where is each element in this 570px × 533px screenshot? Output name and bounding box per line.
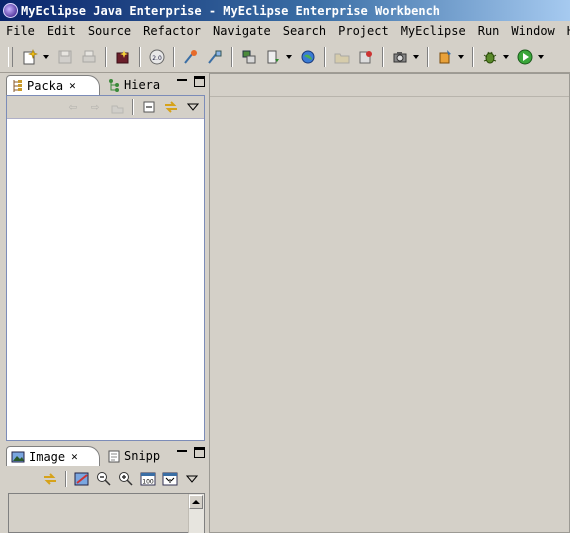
save-icon[interactable]: [56, 48, 74, 66]
menu-myeclipse[interactable]: MyEclipse: [395, 24, 472, 38]
zoom-out-icon[interactable]: [95, 470, 113, 488]
tab-snippets-label: Snipp: [124, 449, 161, 463]
menu-file[interactable]: File: [0, 24, 41, 38]
toolbar-separator: [132, 99, 134, 115]
minimize-icon[interactable]: [176, 447, 188, 459]
image-viewer-toolbar: 100: [4, 468, 203, 490]
image-viewer-tabs: Image ✕ Snipp: [4, 444, 207, 466]
run-dropdown-arrow[interactable]: [538, 54, 544, 59]
print-icon[interactable]: [80, 48, 98, 66]
close-icon[interactable]: ✕: [71, 450, 78, 463]
server-dropdown-arrow[interactable]: [286, 54, 292, 59]
image-viewer-panel: Image ✕ Snipp 100: [4, 444, 207, 533]
minimize-icon[interactable]: [176, 76, 188, 88]
image-icon: [11, 451, 25, 463]
maximize-icon[interactable]: [194, 76, 205, 87]
snippets-icon: [108, 449, 120, 463]
server-icon[interactable]: [264, 48, 282, 66]
menu-search[interactable]: Search: [277, 24, 332, 38]
tab-hierarchy-label: Hiera: [124, 78, 161, 92]
tab-snippets[interactable]: Snipp: [104, 446, 166, 466]
toolbar-separator: [382, 46, 384, 67]
svg-text:2.0: 2.0: [152, 55, 162, 62]
camera-dropdown-arrow[interactable]: [413, 54, 419, 59]
actual-size-icon[interactable]: 100: [139, 470, 157, 488]
tab-image-label: Image: [29, 449, 66, 464]
toolbar-separator: [472, 46, 474, 67]
debug-dropdown-arrow[interactable]: [503, 54, 509, 59]
tab-hierarchy[interactable]: Hiera: [104, 75, 166, 95]
menu-project[interactable]: Project: [332, 24, 395, 38]
external-tools-icon[interactable]: [436, 48, 454, 66]
image-viewer-canvas: [8, 493, 205, 533]
package-explorer-toolbar: ⇦ ⇨: [7, 96, 204, 119]
svg-text:100: 100: [142, 479, 154, 486]
toolbar-separator: [427, 46, 429, 67]
open-perspective-icon[interactable]: [240, 48, 258, 66]
debug-icon[interactable]: [481, 48, 499, 66]
toolbar-separator: [139, 46, 141, 67]
package-explorer-tabs: Packa ✕ Hiera: [4, 73, 207, 95]
up-icon[interactable]: [108, 98, 126, 116]
menu-bar: File Edit Source Refactor Navigate Searc…: [0, 21, 570, 40]
rotate-image-icon[interactable]: [73, 470, 91, 488]
new-icon[interactable]: [21, 48, 39, 66]
zoom-in-icon[interactable]: [117, 470, 135, 488]
view-menu-icon[interactable]: [184, 98, 202, 116]
tab-image[interactable]: Image ✕: [6, 446, 100, 466]
link-with-editor-icon[interactable]: [41, 470, 59, 488]
deploy-icon[interactable]: [114, 48, 132, 66]
package-explorer-panel: Packa ✕ Hiera ⇦ ⇨: [4, 73, 207, 441]
new-dropdown-arrow[interactable]: [43, 54, 49, 59]
scroll-up-button[interactable]: [189, 495, 203, 509]
link-with-editor-icon[interactable]: [162, 98, 180, 116]
package-explorer-view: ⇦ ⇨: [6, 95, 205, 441]
menu-edit[interactable]: Edit: [41, 24, 82, 38]
tab-package-explorer-label: Packa: [27, 78, 64, 93]
run-icon[interactable]: [516, 48, 534, 66]
package-explorer-icon: [11, 79, 23, 93]
fit-to-window-icon[interactable]: [161, 470, 179, 488]
new-wizard-icon[interactable]: [182, 48, 200, 66]
main-toolbar: 2.0: [0, 41, 570, 73]
collapse-all-icon[interactable]: [140, 98, 158, 116]
menu-source[interactable]: Source: [82, 24, 137, 38]
open-type-icon[interactable]: [206, 48, 224, 66]
window-title: MyEclipse Java Enterprise - MyEclipse En…: [21, 3, 441, 18]
view-menu-icon[interactable]: [183, 470, 201, 488]
hierarchy-icon: [108, 78, 120, 92]
back-icon[interactable]: ⇦: [64, 98, 82, 116]
web-browser-icon[interactable]: [299, 48, 317, 66]
menu-window[interactable]: Window: [505, 24, 560, 38]
toolbar-grip[interactable]: [8, 46, 13, 67]
title-bar: MyEclipse Java Enterprise - MyEclipse En…: [0, 0, 570, 21]
toolbar-separator: [65, 471, 67, 487]
close-icon[interactable]: ✕: [69, 79, 76, 92]
j2ee-version-icon[interactable]: 2.0: [148, 48, 166, 66]
editor-tab-strip: [210, 74, 569, 97]
open-folder-icon[interactable]: [333, 48, 351, 66]
refresh-icon[interactable]: [357, 48, 375, 66]
camera-icon[interactable]: [391, 48, 409, 66]
menu-run[interactable]: Run: [472, 24, 506, 38]
menu-navigate[interactable]: Navigate: [207, 24, 277, 38]
tab-package-explorer[interactable]: Packa ✕: [6, 75, 100, 95]
maximize-icon[interactable]: [194, 447, 205, 458]
menu-refactor[interactable]: Refactor: [137, 24, 207, 38]
external-tools-dropdown-arrow[interactable]: [458, 54, 464, 59]
toolbar-separator: [105, 46, 107, 67]
menu-help[interactable]: Help: [561, 24, 570, 38]
view-controls: [170, 447, 205, 459]
view-controls: [170, 76, 205, 88]
toolbar-separator: [324, 46, 326, 67]
toolbar-separator: [231, 46, 233, 67]
forward-icon[interactable]: ⇨: [86, 98, 104, 116]
editor-area: [209, 73, 570, 533]
toolbar-separator: [173, 46, 175, 67]
vertical-scrollbar[interactable]: [188, 494, 204, 533]
myeclipse-app-icon[interactable]: [3, 3, 18, 18]
